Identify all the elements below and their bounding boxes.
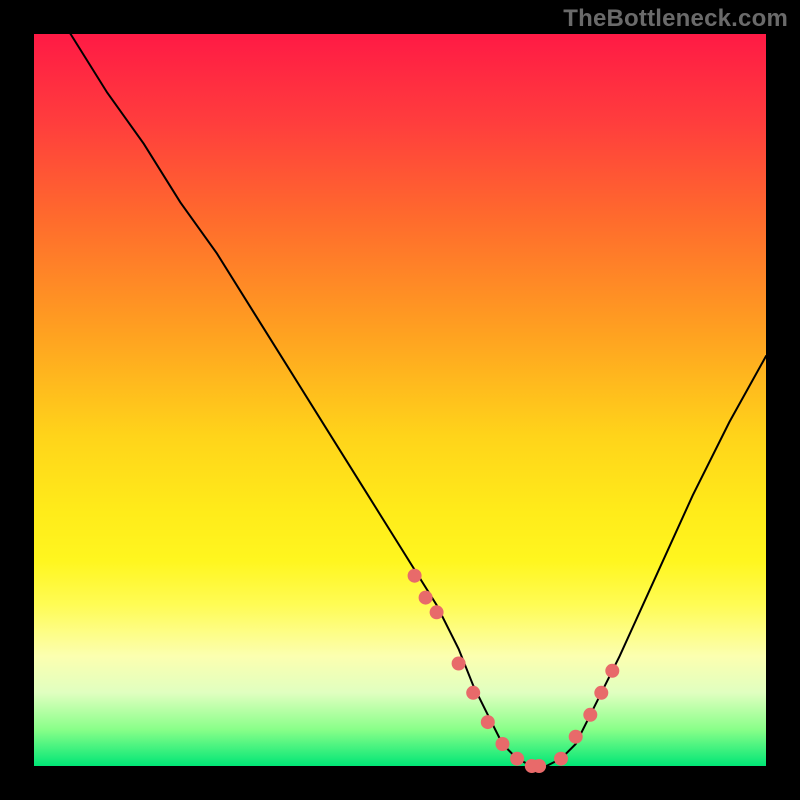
- highlight-dot: [532, 759, 546, 773]
- chart-frame: TheBottleneck.com: [0, 0, 800, 800]
- highlight-dot: [408, 569, 422, 583]
- highlight-dots: [408, 569, 620, 773]
- highlight-dot: [452, 657, 466, 671]
- highlight-dot: [583, 708, 597, 722]
- plot-area: [34, 34, 766, 766]
- bottleneck-curve: [34, 0, 766, 766]
- highlight-dot: [430, 605, 444, 619]
- highlight-dot: [481, 715, 495, 729]
- highlight-dot: [510, 752, 524, 766]
- highlight-dot: [569, 730, 583, 744]
- highlight-dot: [496, 737, 510, 751]
- highlight-dot: [594, 686, 608, 700]
- highlight-dot: [605, 664, 619, 678]
- highlight-dot: [466, 686, 480, 700]
- chart-svg: [34, 34, 766, 766]
- highlight-dot: [554, 752, 568, 766]
- highlight-dot: [419, 591, 433, 605]
- watermark-text: TheBottleneck.com: [563, 5, 788, 33]
